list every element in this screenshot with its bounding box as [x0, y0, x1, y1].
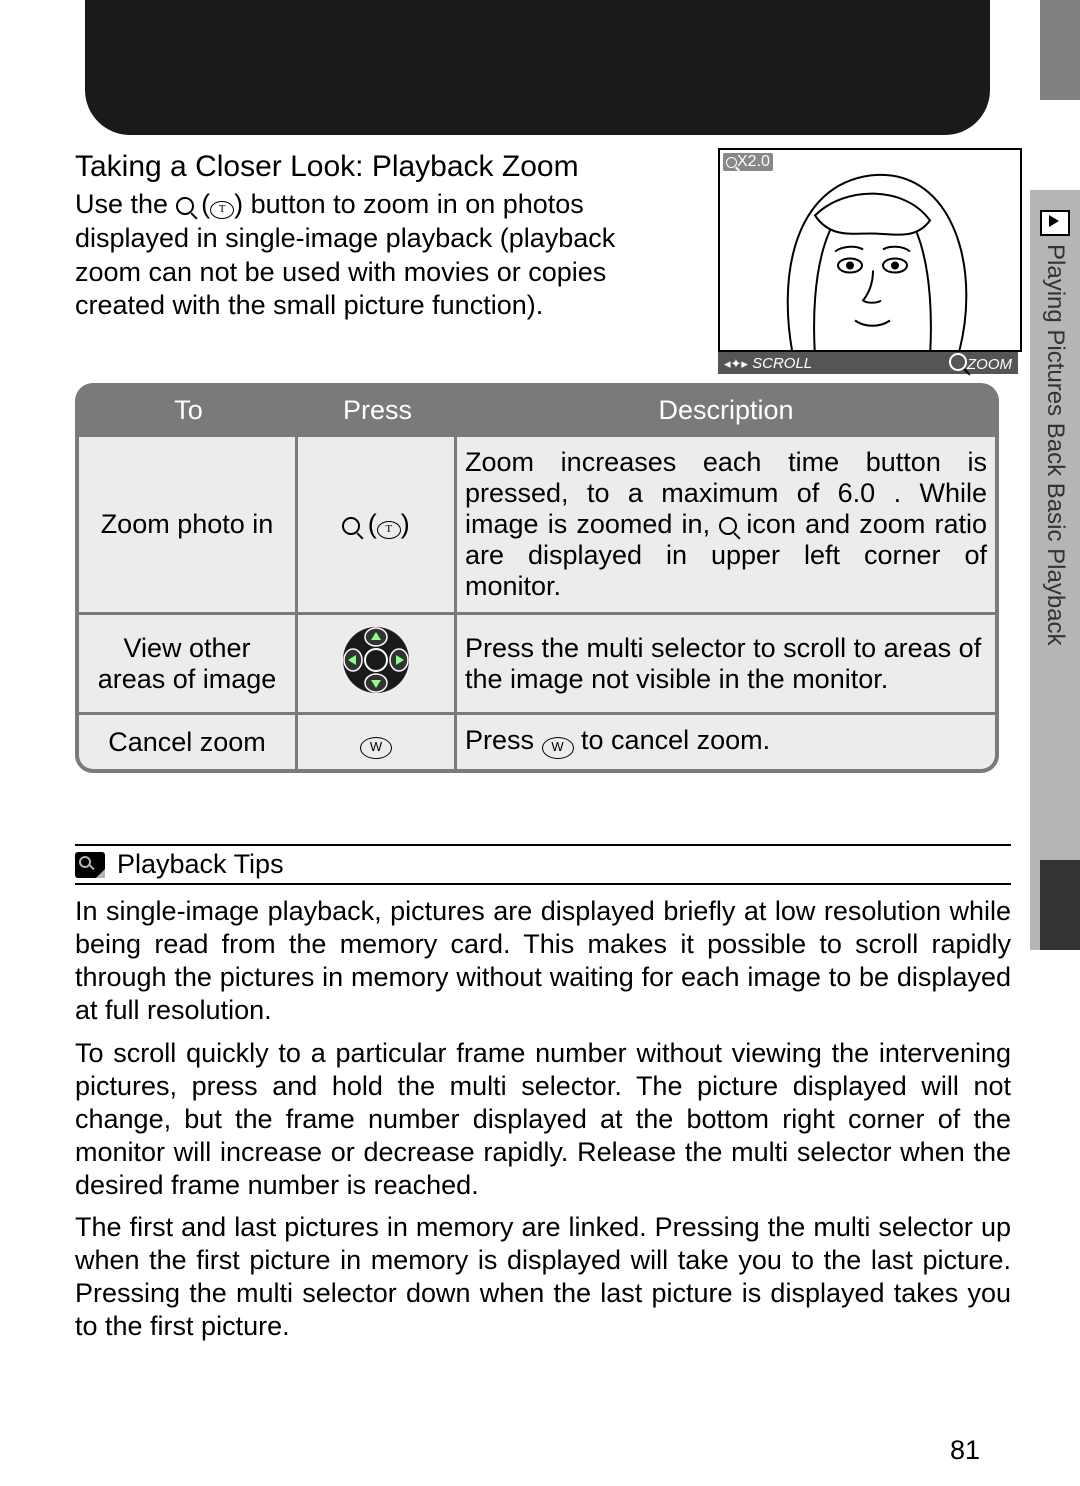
- th-to: To: [79, 387, 298, 434]
- lcd-illustration: X2.0 ◂✦▸ SCROLL ZO: [718, 148, 1018, 374]
- desc-text-a: Press: [465, 725, 542, 755]
- multi-selector-icon: [341, 625, 411, 695]
- magnifier-icon: [726, 157, 737, 168]
- cell-press: (T): [298, 434, 457, 612]
- manual-page: Playing Pictures Back Basic Playback Tak…: [0, 0, 1080, 1486]
- cell-desc: Press W to cancel zoom.: [457, 712, 995, 769]
- zoom-label: ZOOM: [967, 356, 1012, 373]
- zoom-hint: ZOOM: [949, 353, 1012, 373]
- tips-paragraph: To scroll quickly to a particular frame …: [75, 1037, 1011, 1202]
- tips-body: In single-image playback, pictures are d…: [75, 895, 1011, 1343]
- arrows-icon: ◂✦▸: [724, 356, 748, 371]
- magnifier-icon: [719, 517, 737, 535]
- table-row: Cancel zoom W Press W to cancel zoom.: [79, 712, 995, 769]
- cell-press: W: [298, 712, 457, 769]
- table-row: View other areas of image: [79, 612, 995, 712]
- face-illustration: [755, 156, 985, 353]
- intro-paragraph: Use the (T) button to zoom in on photos …: [75, 188, 685, 323]
- cell-desc: Press the multi selector to scroll to ar…: [457, 612, 995, 712]
- cell-press: [298, 612, 457, 712]
- zoom-controls-table: To Press Description Zoom photo in (T) Z…: [75, 383, 999, 773]
- scroll-label: SCROLL: [752, 355, 812, 372]
- table-header-row: To Press Description: [79, 387, 995, 434]
- magnifier-icon: [176, 197, 194, 215]
- page-number: 81: [950, 1435, 980, 1466]
- lcd-frame: X2.0: [718, 148, 1022, 352]
- scroll-hint: ◂✦▸ SCROLL: [724, 355, 812, 372]
- side-tab-label: Playing Pictures Back Basic Playback: [1041, 244, 1069, 646]
- cell-to: Zoom photo in: [79, 434, 298, 612]
- tips-header: Playback Tips: [75, 844, 1011, 885]
- playback-tips-section: Playback Tips In single-image playback, …: [75, 844, 1011, 1353]
- decor-stripe: [1040, 0, 1080, 100]
- intro-text-a: Use the: [75, 189, 168, 219]
- cell-desc: Zoom increases each time button is press…: [457, 434, 995, 612]
- desc-text-b: to cancel zoom.: [574, 725, 771, 755]
- cell-to: View other areas of image: [79, 612, 298, 712]
- magnifier-icon: [949, 353, 967, 371]
- cell-to: Cancel zoom: [79, 712, 298, 769]
- w-button-icon: W: [360, 737, 392, 759]
- side-tab: Playing Pictures Back Basic Playback: [1030, 190, 1080, 950]
- tips-paragraph: The first and last pictures in memory ar…: [75, 1211, 1011, 1343]
- tips-title: Playback Tips: [117, 849, 284, 880]
- side-tab-dark: [1040, 860, 1080, 950]
- tips-paragraph: In single-image playback, pictures are d…: [75, 895, 1011, 1027]
- playback-mode-icon: [1040, 210, 1070, 236]
- tips-note-icon: [75, 852, 105, 878]
- t-button-icon: T: [377, 521, 401, 539]
- header-black-block: [85, 0, 990, 135]
- magnifier-icon: [342, 517, 360, 535]
- t-button-icon: T: [210, 201, 234, 219]
- th-press: Press: [298, 387, 457, 434]
- w-button-icon: W: [542, 737, 574, 759]
- table-row: Zoom photo in (T) Zoom increases each ti…: [79, 434, 995, 612]
- th-description: Description: [457, 387, 995, 434]
- lcd-bottom-bar: ◂✦▸ SCROLL ZOOM: [718, 352, 1018, 374]
